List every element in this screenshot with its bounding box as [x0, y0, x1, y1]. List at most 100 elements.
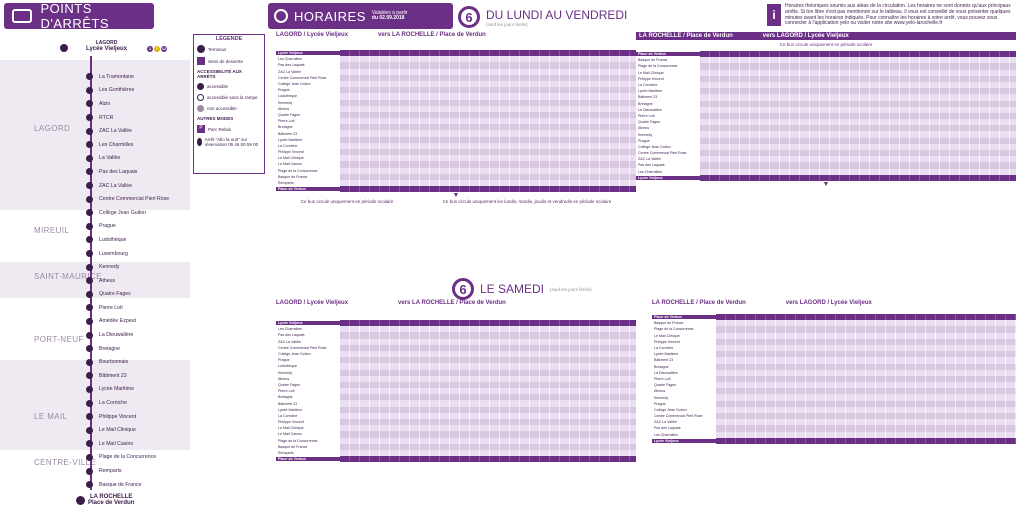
legend-other-modes: AUTRES MODES [197, 116, 234, 121]
stop-label: Ludothèque [99, 236, 127, 243]
stop-marker-icon [86, 331, 93, 339]
row-stop-name: Centre Commercial Pierl Rose [278, 75, 327, 80]
stop-marker-icon [86, 372, 93, 380]
row-stop-name: Centre Commercial Pierl Rose [278, 345, 327, 350]
row-stop-name: Bretagne [638, 101, 653, 106]
bottom-terminal-marker [76, 496, 85, 505]
timetable-grid: Place de Verdun Basque de France Plage de … [652, 314, 1016, 444]
row-stop-name: Quatre Fages [638, 120, 660, 125]
row-stop-name: Prague [278, 358, 290, 363]
stop-label: Philippe Vincent [99, 413, 137, 420]
row-stop-name: Bretagne [654, 364, 669, 369]
table-dest: vers LA ROCHELLE / Place de Verdun [398, 300, 506, 306]
stop-item: Collège Jean Guiton [60, 206, 190, 220]
legend-terminus: Terminus [197, 45, 261, 53]
stop-marker-icon [86, 154, 93, 162]
arrow-icon: ▼ [822, 180, 830, 188]
stop-label: Alzio [99, 100, 111, 107]
stop-marker-icon [86, 86, 93, 94]
row-stop-name: Pierre Loti [278, 389, 295, 394]
stop-list: La Tramontane Les Gonthières Alzio RTCR ZAC … [60, 70, 190, 491]
stop-item: Quatre Fages [60, 288, 190, 302]
stop-label: Bretagne [99, 345, 121, 352]
stop-item: Basque de France [60, 478, 190, 492]
stop-label: Les Charmilles [99, 141, 134, 148]
row-stop-name: Le Mail Clinique [638, 70, 664, 75]
row-stop-name: Plage de la Concurrence [638, 64, 678, 69]
stop-item: Luxembourg [60, 247, 190, 261]
row-stop-name: Pierre Loti [278, 119, 295, 124]
terminus-icon [197, 45, 205, 53]
table-weekday-up: LA ROCHELLE / Place de Verdun vers LAGOR… [636, 32, 1016, 188]
row-stop-name: La Dieuwallère [654, 370, 678, 375]
row-stop-name: Plage de la Concurrence [278, 168, 318, 173]
timetable-grid: Lycée Vieljeux Les Charmilles Pas des Laqu… [276, 50, 636, 193]
timetable-grid: Place de Verdun Basque de France Plage de … [636, 51, 1016, 181]
table-title: LAGORD / Lycée Vieljeux [276, 300, 349, 306]
row-stop-name: Centre Commercial Pierl Rose [654, 414, 703, 419]
accessible-no-ramp-icon [197, 94, 204, 101]
footnote: Ce bus circule uniquement les lundis, ma… [442, 199, 612, 205]
row-stop-name: Collège Jean Guiton [278, 82, 311, 87]
row-stop-name: Prague [278, 88, 290, 93]
row-stop-name: Lycée Vieljeux [652, 438, 716, 443]
row-stop-name: Lycée Maritime [638, 89, 663, 94]
stop-marker-icon [86, 141, 93, 149]
weekdays-sub: (sauf les jours fériés) [486, 21, 528, 27]
stop-item: Ludothèque [60, 233, 190, 247]
stop-marker-icon [86, 385, 93, 393]
row-stop-name: Remparts [278, 181, 294, 186]
row-stop-name: Quatre Fages [278, 112, 300, 117]
top-line-badges: 1 7 12 [146, 46, 167, 52]
row-stop-name: Philippe Vincent [638, 76, 664, 81]
stop-item: Philippe Vincent [60, 410, 190, 424]
row-stop-name: Bretagne [278, 395, 293, 400]
stop-item: La Vallée [60, 152, 190, 166]
row-stop-name: Plage de la Concurrence [278, 438, 318, 443]
stop-item: ZAC La Vallée [60, 124, 190, 138]
clock-icon [274, 9, 288, 23]
stop-label: Le Mail Casino [99, 440, 134, 447]
row-stop-name: Atheus [278, 376, 290, 381]
row-stop-name: ZAC La Vallée [278, 339, 301, 344]
stop-label: Centre Commercial Pierl Rose [99, 196, 170, 203]
stop-item: La Corniche [60, 396, 190, 410]
saturday-label: LE SAMEDI [480, 282, 545, 296]
stop-marker-icon [86, 168, 93, 176]
table-row: Lycée Vieljeux [652, 437, 1016, 444]
row-stop-name: Le Mail Clinique [278, 426, 304, 431]
row-stop-name: Quatre Fages [654, 383, 676, 388]
row-stop-name: Kennedy [278, 370, 293, 375]
stop-item: Atheus [60, 274, 190, 288]
legend-not-accessible: non accessible [197, 105, 261, 112]
row-stop-name: Pas des Laquais [278, 63, 305, 68]
arrow-icon [197, 57, 205, 65]
stop-label: Pas des Laquais [99, 168, 138, 175]
row-stop-name: Pas des Laquais [654, 426, 681, 431]
stop-label: Quatre Fages [99, 291, 131, 298]
stop-label: Bourbonnais [99, 359, 129, 366]
schedules-title: HORAIRES [294, 8, 366, 24]
stop-marker-icon [86, 440, 93, 448]
row-stop-name: Bâtiment 23 [278, 401, 298, 406]
row-stop-name: Philippe Vincent [278, 420, 304, 425]
stop-label: La Tramontane [99, 73, 134, 80]
row-stop-name: ZAC La Vallée [654, 420, 677, 425]
line-badge: 1 [147, 46, 153, 52]
row-stop-name: Prague [638, 138, 650, 143]
table-dest: vers LAGORD / Lycée Vieljeux [785, 300, 872, 306]
stop-label: Plage de la Concurrence [99, 454, 157, 461]
stop-marker-icon [86, 127, 93, 135]
row-stop-name: Les Charmilles [278, 327, 302, 332]
timetable-grid: Lycée Vieljeux Les Charmilles Pas des Laqu… [276, 320, 636, 463]
legend-accessible: accessible [197, 83, 261, 90]
stop-item: Centre Commercial Pierl Rose [60, 192, 190, 206]
stop-marker-icon [86, 453, 93, 461]
row-stop-name: Kennedy [638, 132, 653, 137]
stop-item: Bâtiment 23 [60, 369, 190, 383]
stop-marker-icon [86, 263, 93, 271]
stop-item: Amédée Ezpeut [60, 315, 190, 329]
stop-marker-icon [86, 426, 93, 434]
bottom-terminal: LA ROCHELLE Place de Verdun [88, 494, 134, 506]
row-stop-name: ZAC La Vallée [638, 157, 661, 162]
